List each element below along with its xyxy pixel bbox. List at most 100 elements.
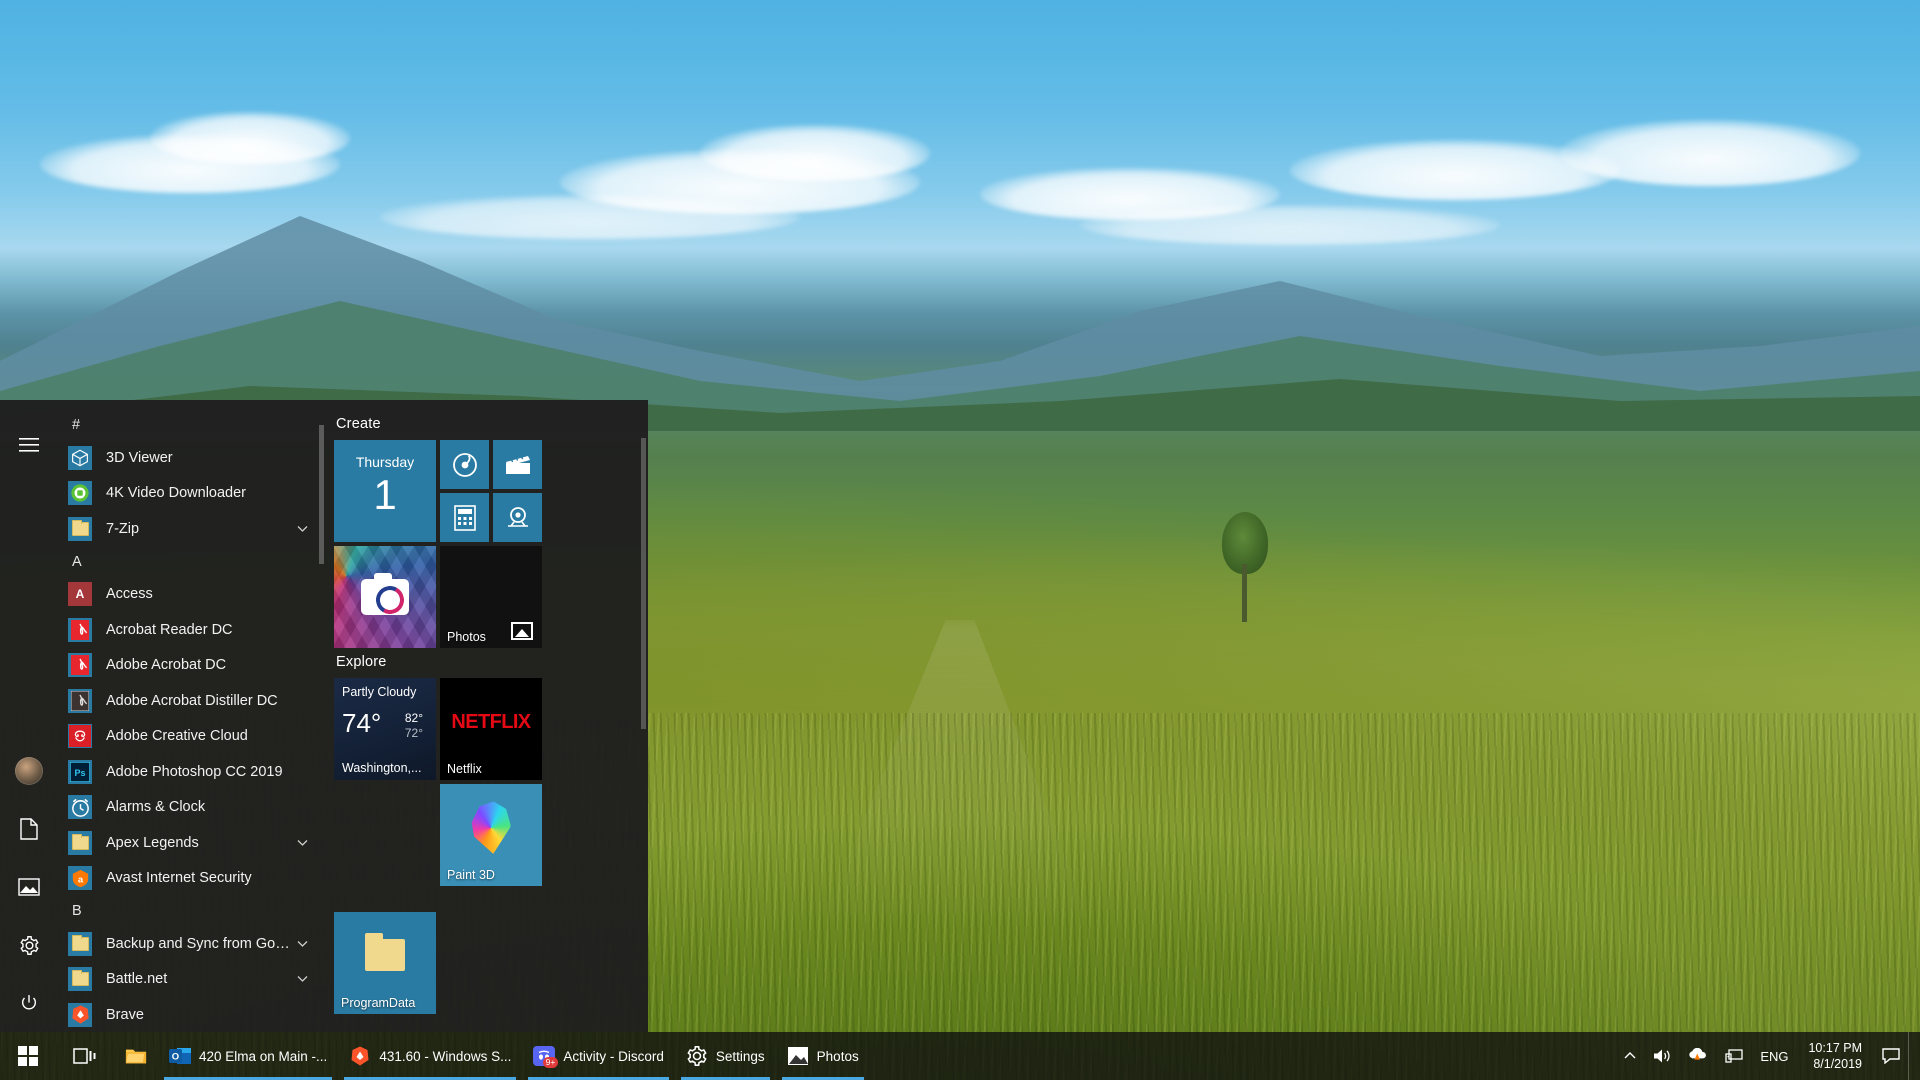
action-center-button[interactable] [1874, 1032, 1908, 1080]
clock[interactable]: 10:17 PM 8/1/2019 [1796, 1032, 1874, 1080]
taskbar-item[interactable]: 431.60 - Windows S... [338, 1032, 522, 1080]
chevron-down-icon[interactable] [297, 522, 318, 536]
app-list-item-label: Avast Internet Security [106, 870, 252, 887]
pdf-icon [68, 653, 92, 678]
creative-cloud-icon [68, 724, 92, 749]
tile-area[interactable]: Create Thursday 1 Photos Explore Partly … [324, 400, 648, 1032]
app-list-item[interactable]: 7-Zip [58, 511, 324, 547]
tile-area-scrollbar[interactable] [641, 400, 646, 1032]
app-list-section-letter[interactable]: # [58, 410, 324, 440]
tile-stack-photos: Photos [440, 546, 542, 648]
tile-label-programdata: ProgramData [341, 996, 416, 1010]
clock-date: 8/1/2019 [1813, 1057, 1862, 1071]
document-icon[interactable] [0, 800, 58, 858]
pdf-icon [68, 617, 92, 642]
network-icon[interactable] [1716, 1032, 1752, 1080]
tile-calculator[interactable] [440, 493, 489, 542]
folder-icon [68, 516, 92, 541]
app-list-item[interactable]: Ps Adobe Photoshop CC 2019 [58, 754, 324, 790]
tile-paint3d[interactable]: Paint 3D [440, 784, 542, 886]
app-list-item[interactable]: Apex Legends [58, 825, 324, 861]
weather-temperature: 74° [342, 708, 382, 738]
tile-groove-music[interactable] [440, 440, 489, 489]
tile-row-create-1: Thursday 1 [334, 440, 648, 542]
calendar-day: Thursday [355, 454, 415, 470]
folder-icon [68, 967, 92, 992]
taskbar-item[interactable] [114, 1032, 158, 1080]
tile-small-grid [440, 440, 542, 542]
clock-time: 10:17 PM [1808, 1041, 1862, 1055]
taskbar-item[interactable]: Photos [776, 1032, 870, 1080]
app-list-item[interactable]: Brave [58, 997, 324, 1032]
tile-programdata[interactable]: ProgramData [334, 912, 436, 1014]
tile-maps[interactable] [493, 493, 542, 542]
taskbar[interactable]: O 420 Elma on Main -... 431.60 - Windows S… [0, 1032, 1920, 1080]
app-list-item[interactable]: A Access [58, 577, 324, 613]
tile-label-paint3d: Paint 3D [447, 868, 495, 882]
start-menu[interactable]: #3D Viewer 4K Video Downloader 7-Zip A A Acce… [0, 400, 648, 1032]
camera-icon [334, 546, 436, 648]
app-list[interactable]: #3D Viewer 4K Video Downloader 7-Zip A A Acce… [58, 400, 324, 1032]
tile-calendar[interactable]: Thursday 1 [334, 440, 436, 542]
tile-row-explore-1: Partly Cloudy 74° 82° 72° Washington,...… [334, 678, 648, 780]
show-desktop-button[interactable] [1908, 1032, 1916, 1080]
tile-area-scroll-thumb[interactable] [641, 437, 646, 729]
picture-icon[interactable] [0, 858, 58, 916]
app-list-item[interactable]: Battle.net [58, 962, 324, 998]
user-avatar-icon[interactable] [0, 742, 58, 800]
tile-netflix[interactable]: NETFLIX Netflix [440, 678, 542, 780]
language-indicator[interactable]: ENG [1752, 1032, 1796, 1080]
taskbar-item[interactable]: Settings [675, 1032, 776, 1080]
film-clapper-icon [493, 440, 542, 489]
app-list-item-label: Brave [106, 1006, 144, 1023]
tile-photos[interactable]: Photos [440, 546, 542, 648]
tile-group-title-explore: Explore [336, 654, 387, 670]
app-list-item[interactable]: Adobe Creative Cloud [58, 719, 324, 755]
app-list-item[interactable]: Alarms & Clock [58, 790, 324, 826]
gear-icon[interactable] [0, 916, 58, 974]
app-list-section-letter[interactable]: B [58, 896, 324, 926]
app-list-item-label: Adobe Acrobat DC [106, 657, 227, 674]
gear-icon [686, 1045, 708, 1067]
tile-camera[interactable] [334, 546, 436, 648]
app-list-item-label: Adobe Creative Cloud [106, 728, 248, 745]
chevron-down-icon[interactable] [297, 836, 318, 850]
weather-location: Washington,... [342, 761, 422, 775]
alarm-clock-icon [68, 795, 92, 820]
app-list-item[interactable]: Acrobat Reader DC [58, 612, 324, 648]
discord-icon: 9+ [533, 1045, 559, 1068]
app-list-item[interactable]: 3D Viewer [58, 440, 324, 476]
start-menu-rail [0, 400, 58, 1032]
app-list-item[interactable]: a Avast Internet Security [58, 861, 324, 897]
app-list-item[interactable]: Adobe Acrobat Distiller DC [58, 683, 324, 719]
power-icon[interactable] [0, 974, 58, 1032]
photos-icon [787, 1045, 809, 1067]
tile-weather[interactable]: Partly Cloudy 74° 82° 72° Washington,... [334, 678, 436, 780]
chevron-down-icon[interactable] [297, 937, 318, 951]
show-hidden-icons-button[interactable] [1616, 1032, 1644, 1080]
task-view-button[interactable] [56, 1032, 114, 1080]
start-button[interactable] [0, 1032, 56, 1080]
taskbar-item[interactable]: 9+ Activity - Discord [522, 1032, 675, 1080]
weather-high: 82° [404, 711, 423, 725]
taskbar-item[interactable]: O 420 Elma on Main -... [158, 1032, 338, 1080]
map-pin-icon [493, 493, 542, 542]
app-list-item[interactable]: Backup and Sync from Google [58, 926, 324, 962]
app-list-section-letter[interactable]: A [58, 547, 324, 577]
chevron-down-icon[interactable] [297, 972, 318, 986]
app-list-item-label: Acrobat Reader DC [106, 621, 233, 638]
task-view-icon [73, 1048, 96, 1064]
netflix-logo: NETFLIX [451, 711, 531, 733]
tile-movies-tv[interactable] [493, 440, 542, 489]
tile-row-create-2: Photos [334, 546, 648, 648]
system-tray[interactable]: ENG 10:17 PM 8/1/2019 [1616, 1032, 1920, 1080]
hamburger-icon[interactable] [0, 416, 58, 474]
app-list-item[interactable]: 4K Video Downloader [58, 476, 324, 512]
app-list-item-label: Adobe Acrobat Distiller DC [106, 692, 278, 709]
calculator-icon [440, 493, 489, 542]
access-icon: A [68, 582, 92, 607]
volume-icon[interactable] [1644, 1032, 1680, 1080]
avast-shield-icon[interactable] [1680, 1032, 1716, 1080]
app-list-item[interactable]: Adobe Acrobat DC [58, 648, 324, 684]
app-list-item-label: Battle.net [106, 971, 168, 988]
